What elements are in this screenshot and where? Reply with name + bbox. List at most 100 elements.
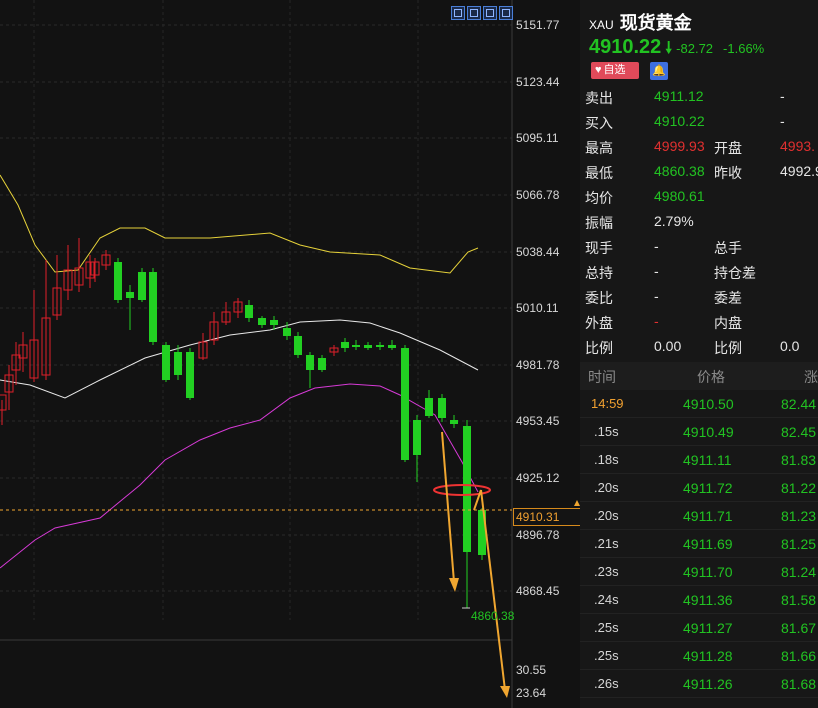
tick-row[interactable]: .15s 4910.49 82.45 (580, 418, 818, 446)
bollinger-upper-line (0, 174, 479, 274)
candle-body (245, 305, 253, 318)
candle-body (318, 358, 326, 370)
candle-body (306, 355, 314, 370)
y-axis-label: 5151.77 (516, 18, 560, 32)
tick-row[interactable]: .23s 4911.70 81.24 (580, 558, 818, 586)
candle-body (450, 420, 458, 424)
quote-row: 最高 4999.93 开盘 4993. (580, 134, 818, 159)
tick-row[interactable]: 14:59 4910.50 82.44 (580, 390, 818, 418)
tick-row[interactable]: .24s 4911.36 81.58 (580, 586, 818, 614)
quote-label-2: 昨收 (714, 165, 742, 181)
annotation-arrow-1-head (449, 578, 459, 592)
quote-value-2: - (780, 113, 785, 129)
candle-body (186, 352, 194, 398)
tick-time: .24s (594, 592, 619, 607)
quote-value: 2.79% (654, 213, 694, 229)
y-axis-label: 4953.45 (516, 414, 560, 428)
tick-change: 81.23 (781, 508, 817, 524)
quote-label-2: 持仓差 (714, 265, 756, 281)
tick-time: .20s (594, 480, 619, 495)
candle-body (149, 272, 157, 342)
price-change: -82.72 (676, 41, 714, 56)
tick-row[interactable]: .21s 4911.69 81.25 (580, 530, 818, 558)
quote-row: 委比 - 委差 (580, 284, 818, 309)
move-icon[interactable] (467, 6, 481, 20)
quote-value: 4910.22 (654, 113, 705, 129)
annotation-arrow-2-head (500, 686, 510, 698)
candle-body (463, 426, 471, 552)
quote-row: 卖出 4911.12 - (580, 84, 818, 109)
chart-mode-icon[interactable] (483, 6, 497, 20)
ticks-header: 时间 价格 涨 (580, 362, 818, 390)
alert-bell-button[interactable]: 🔔 (650, 62, 668, 80)
tick-time: .25s (594, 648, 619, 663)
quote-value: - (654, 313, 659, 329)
favorite-label: 自选 (603, 64, 626, 76)
heart-icon: ♥ (595, 64, 602, 76)
crosshair-icon[interactable] (451, 6, 465, 20)
y-axis-label: 5095.11 (516, 131, 559, 145)
quote-row: 买入 4910.22 - (580, 109, 818, 134)
y-axis-label: 4868.45 (516, 584, 560, 598)
tick-row[interactable]: .20s 4911.71 81.23 (580, 502, 818, 530)
instrument-code: XAU (589, 18, 614, 32)
quote-value: - (654, 288, 659, 304)
quote-label: 均价 (585, 190, 613, 206)
tick-change: 82.44 (781, 396, 817, 412)
quote-label: 比例 (585, 340, 613, 356)
annotation-arrow-3 (473, 489, 482, 511)
tick-price: 4911.69 (683, 536, 733, 552)
instrument-name: 现货黄金 (619, 13, 692, 33)
tick-price: 4911.26 (683, 676, 733, 692)
quote-value: - (654, 238, 659, 254)
quote-label: 最高 (585, 140, 613, 156)
candlestick-chart[interactable]: 5151.77 5123.44 5095.11 5066.78 5038.44 5010.… (0, 0, 580, 708)
tick-row[interactable]: .25s 4911.28 81.66 (580, 642, 818, 670)
candle-body (388, 345, 396, 348)
candle-body (114, 262, 122, 300)
candle-body (138, 272, 146, 300)
candle-body (341, 342, 349, 348)
y-axis-label: 23.64 (516, 686, 546, 700)
candle-body (270, 320, 278, 325)
quote-label: 振幅 (585, 215, 613, 231)
tick-price: 4911.71 (683, 508, 733, 524)
quote-row: 比例 0.00 比例 0.0 (580, 334, 818, 359)
tick-change: 81.22 (781, 480, 817, 496)
tick-row[interactable]: .26s 4911.26 81.68 (580, 670, 818, 698)
quote-value: 0.00 (654, 338, 682, 354)
candle-body (294, 336, 302, 355)
quote-label-2: 比例 (714, 340, 742, 356)
candle-body (174, 352, 182, 375)
candle-body (413, 420, 421, 455)
quote-row: 现手 - 总手 (580, 234, 818, 259)
bell-icon: 🔔 (652, 65, 666, 77)
tick-change: 81.58 (781, 592, 817, 608)
tick-change: 81.68 (781, 676, 817, 692)
tick-change: 81.67 (781, 620, 817, 636)
y-axis-label: 5123.44 (516, 75, 560, 89)
chart-canvas[interactable]: 5151.77 5123.44 5095.11 5066.78 5038.44 5010.… (0, 0, 580, 708)
y-axis-label: 4925.12 (516, 471, 560, 485)
quote-value-2: 4992.9 (780, 163, 818, 179)
tick-time: .25s (594, 620, 619, 635)
quote-label: 现手 (585, 240, 613, 256)
candle-body (352, 345, 360, 347)
tick-time: .21s (594, 536, 619, 551)
quote-row: 均价 4980.61 (580, 184, 818, 209)
draw-line-icon[interactable] (499, 6, 513, 20)
tick-price: 4911.28 (683, 648, 733, 664)
tick-row[interactable]: .20s 4911.72 81.22 (580, 474, 818, 502)
tick-price: 4910.49 (683, 424, 734, 440)
tick-row[interactable]: .25s 4911.27 81.67 (580, 614, 818, 642)
quote-label: 委比 (585, 290, 613, 306)
y-axis-label: 4981.78 (516, 358, 560, 372)
tick-time: .26s (594, 676, 619, 691)
quote-value: 4999.93 (654, 138, 705, 154)
annotation-arrow-2 (480, 489, 506, 691)
quote-value: 4860.38 (654, 163, 705, 179)
tick-change: 81.66 (781, 648, 817, 664)
add-favorite-button[interactable]: ♥ 自选 (591, 62, 639, 79)
candle-body (283, 328, 291, 336)
tick-row[interactable]: .18s 4911.11 81.83 (580, 446, 818, 474)
